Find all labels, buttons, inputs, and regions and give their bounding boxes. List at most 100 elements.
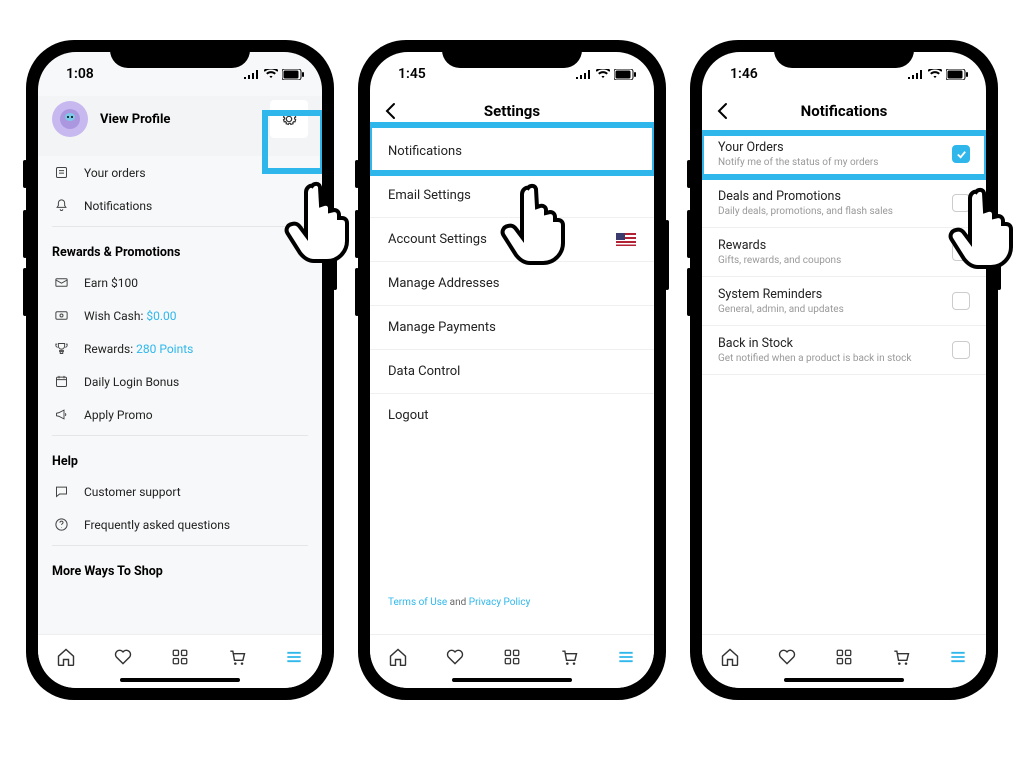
setting-notifications[interactable]: Notifications [370,130,654,174]
notif-title: Rewards [718,238,841,253]
notch [774,40,914,68]
nav-wishlist[interactable] [444,646,466,668]
notif-title: Your Orders [718,140,878,155]
menu-wish-cash[interactable]: Wish Cash: $0.00 [38,299,322,332]
wifi-icon [596,69,610,79]
rewards-value: 280 Points [136,342,193,356]
nav-cart[interactable] [558,646,580,668]
back-button[interactable] [716,102,728,120]
setting-email[interactable]: Email Settings [370,174,654,218]
section-rewards: Rewards & Promotions [38,231,322,266]
nav-wishlist[interactable] [112,646,134,668]
notif-system[interactable]: System Reminders General, admin, and upd… [702,277,986,326]
page-header: Settings [370,96,654,130]
setting-label: Notifications [388,144,462,159]
wifi-icon [928,69,942,79]
setting-addresses[interactable]: Manage Addresses [370,262,654,306]
account-screen: View Profile Your orders Notifications R… [38,96,322,688]
notif-deals[interactable]: Deals and Promotions Daily deals, promot… [702,179,986,228]
bell-icon [52,198,70,213]
avatar [52,101,88,137]
notif-your-orders[interactable]: Your Orders Notify me of the status of m… [702,130,986,179]
setting-label: Data Control [388,364,460,379]
notif-back-in-stock[interactable]: Back in Stock Get notified when a produc… [702,326,986,375]
notif-sub: Gifts, rewards, and coupons [718,255,841,266]
menu-label: Notifications [84,199,152,213]
checkbox[interactable] [952,341,970,359]
checkbox[interactable] [952,243,970,261]
gear-icon [281,111,297,127]
menu-label: Earn $100 [84,276,138,290]
setting-logout[interactable]: Logout [370,394,654,437]
checkbox-checked[interactable] [952,145,970,163]
nav-menu[interactable] [283,646,305,668]
battery-icon [946,69,968,80]
status-icons [576,69,636,80]
page-header: Notifications [702,96,986,130]
phone-mockup-1: 1:08 View Profile Your orders [26,40,334,700]
profile-header[interactable]: View Profile [38,96,322,156]
settings-button[interactable] [270,100,308,138]
battery-icon [614,69,636,80]
notif-rewards[interactable]: Rewards Gifts, rewards, and coupons [702,228,986,277]
nav-home[interactable] [387,646,409,668]
question-icon [52,517,70,532]
signal-icon [244,69,260,79]
notif-title: Back in Stock [718,336,911,351]
nav-categories[interactable] [501,646,523,668]
notch [442,40,582,68]
menu-earn[interactable]: Earn $100 [38,266,322,299]
menu-label: Wish Cash: [84,309,146,323]
checkbox[interactable] [952,292,970,310]
menu-faq[interactable]: Frequently asked questions [38,508,322,541]
page-title: Notifications [801,102,888,120]
cash-icon [52,308,70,323]
flag-us-icon [616,233,636,246]
nav-cart[interactable] [890,646,912,668]
nav-cart[interactable] [226,646,248,668]
setting-label: Manage Payments [388,320,496,335]
nav-categories[interactable] [169,646,191,668]
setting-data-control[interactable]: Data Control [370,350,654,394]
nav-wishlist[interactable] [776,646,798,668]
menu-label: Your orders [84,166,146,180]
notif-sub: Notify me of the status of my orders [718,157,878,168]
wish-cash-value: $0.00 [146,309,176,323]
setting-payments[interactable]: Manage Payments [370,306,654,350]
back-button[interactable] [384,102,396,120]
notif-title: System Reminders [718,287,844,302]
menu-label: Frequently asked questions [84,518,230,532]
menu-notifications[interactable]: Notifications [38,189,322,222]
terms-link[interactable]: Terms of Use [388,597,447,608]
setting-label: Email Settings [388,188,471,203]
setting-account[interactable]: Account Settings [370,218,654,262]
privacy-link[interactable]: Privacy Policy [469,597,531,608]
status-time: 1:08 [66,66,94,82]
nav-home[interactable] [719,646,741,668]
setting-label: Account Settings [388,232,487,247]
notif-sub: Daily deals, promotions, and flash sales [718,206,893,217]
menu-customer-support[interactable]: Customer support [38,475,322,508]
menu-your-orders[interactable]: Your orders [38,156,322,189]
nav-menu[interactable] [615,646,637,668]
nav-home[interactable] [55,646,77,668]
nav-categories[interactable] [833,646,855,668]
status-icons [908,69,968,80]
envelope-icon [52,275,70,290]
calendar-icon [52,374,70,389]
nav-menu[interactable] [947,646,969,668]
menu-rewards[interactable]: Rewards: 280 Points [38,332,322,365]
chat-icon [52,484,70,499]
megaphone-icon [52,407,70,422]
menu-label: Apply Promo [84,408,153,422]
menu-label: Customer support [84,485,181,499]
footer-links: Terms of Use and Privacy Policy [370,579,654,626]
home-indicator [784,678,904,682]
wifi-icon [264,69,278,79]
battery-icon [282,69,304,80]
menu-apply-promo[interactable]: Apply Promo [38,398,322,431]
menu-label: Daily Login Bonus [84,375,179,389]
settings-screen: Settings Notifications Email Settings Ac… [370,96,654,688]
menu-daily-login[interactable]: Daily Login Bonus [38,365,322,398]
checkbox[interactable] [952,194,970,212]
